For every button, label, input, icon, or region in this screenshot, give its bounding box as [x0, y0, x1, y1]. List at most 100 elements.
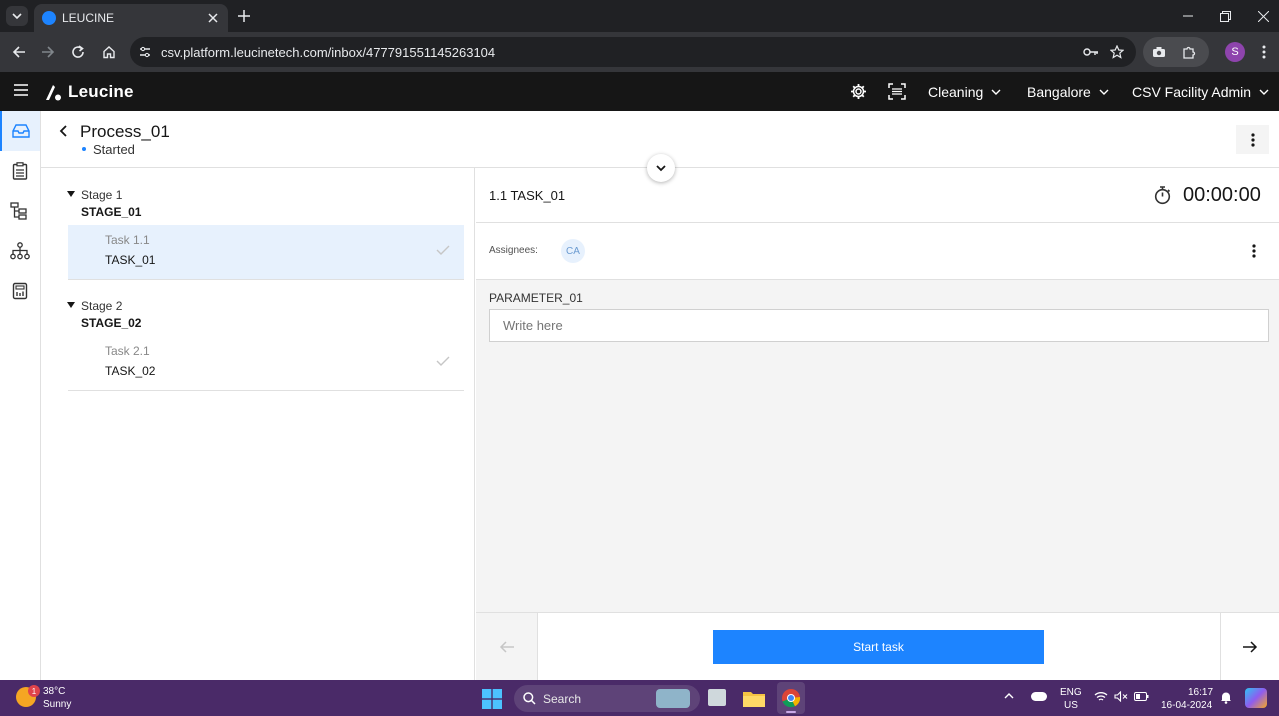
browser-toolbar: csv.platform.leucinetech.com/inbox/47779… [0, 32, 1279, 72]
nav-reports[interactable] [0, 271, 40, 311]
profile-avatar[interactable]: S [1225, 42, 1245, 62]
use-case-dropdown[interactable]: Cleaning [928, 72, 1001, 111]
chevron-down-icon [1099, 89, 1109, 95]
browser-tab-bar: LEUCINE [0, 0, 1279, 32]
app-header: Leucine Cleaning Bangalore CSV Facility … [0, 72, 1279, 111]
leucine-logo[interactable]: Leucine [43, 82, 134, 102]
nav-checklists[interactable] [0, 151, 40, 191]
scanner-icon[interactable] [888, 83, 906, 100]
extensions-puzzle-icon[interactable] [1181, 44, 1197, 60]
chrome-taskbar-button[interactable] [777, 682, 805, 714]
stages-panel: Stage 1 STAGE_01 Task 1.1 TASK_01 Stage … [41, 168, 475, 680]
leucine-favicon-icon [42, 11, 56, 25]
process-tree-icon [10, 202, 27, 220]
password-key-icon[interactable] [1082, 44, 1100, 60]
start-task-button[interactable]: Start task [713, 630, 1044, 664]
site-info-icon[interactable] [138, 45, 152, 59]
language-line2: US [1064, 700, 1078, 711]
checkmark-icon [436, 356, 450, 366]
leucine-logo-icon [46, 84, 61, 100]
battery-icon[interactable] [1134, 692, 1149, 701]
nav-inbox[interactable] [0, 111, 40, 151]
back-arrow-icon[interactable] [59, 125, 67, 137]
wifi-icon[interactable] [1094, 691, 1108, 702]
user-role-label: CSV Facility Admin [1132, 83, 1252, 100]
clock-time: 16:17 [1188, 687, 1214, 698]
arrow-right-icon [1243, 640, 1258, 653]
assignee-avatar[interactable]: CA [561, 239, 585, 263]
chrome-menu-icon[interactable] [1258, 43, 1270, 61]
reload-icon[interactable] [69, 43, 87, 61]
chevron-down-icon [1259, 89, 1269, 95]
close-window-icon[interactable] [1255, 8, 1271, 24]
address-bar[interactable]: csv.platform.leucinetech.com/inbox/47779… [130, 37, 1136, 67]
parameter-label: PARAMETER_01 [489, 291, 583, 305]
taskbar-search[interactable]: Search [514, 685, 700, 712]
search-icon [523, 692, 536, 705]
extensions-group [1143, 37, 1209, 67]
home-icon[interactable] [100, 43, 118, 61]
file-explorer-icon[interactable] [743, 690, 765, 707]
restore-icon[interactable] [1217, 8, 1233, 24]
nav-ontology[interactable] [0, 231, 40, 271]
divider [68, 279, 464, 280]
stopwatch-icon [1154, 186, 1171, 205]
search-highlight-image [656, 689, 690, 708]
task-name: TASK_01 [105, 253, 156, 267]
minimize-icon[interactable] [1180, 8, 1196, 24]
forward-icon[interactable] [39, 43, 57, 61]
parameter-input[interactable] [489, 309, 1269, 342]
back-icon[interactable] [10, 43, 28, 61]
volume-muted-icon[interactable] [1114, 691, 1128, 702]
close-tab-icon[interactable] [206, 11, 220, 25]
task-item[interactable]: Task 1.1 TASK_01 [68, 225, 464, 279]
weather-temp: 38°C [43, 686, 66, 697]
browser-tab[interactable]: LEUCINE [34, 4, 228, 32]
divider [68, 390, 464, 391]
onedrive-cloud-icon[interactable] [1031, 692, 1047, 701]
previous-task-button[interactable] [476, 613, 538, 680]
weather-desc: Sunny [43, 699, 72, 710]
stage-name: STAGE_02 [81, 316, 142, 330]
stage-collapse-icon[interactable] [67, 191, 75, 197]
task-view-icon[interactable] [708, 689, 726, 706]
task-item[interactable]: Task 2.1 TASK_02 [68, 336, 464, 390]
process-status: Started [93, 142, 135, 157]
collapse-header-button[interactable] [647, 154, 675, 182]
task-label: Task 2.1 [105, 344, 150, 358]
task-panel: 1.1 TASK_01 00:00:00 Assignees: CA PARAM… [476, 168, 1279, 680]
user-role-dropdown[interactable]: CSV Facility Admin [1132, 72, 1269, 111]
stage-collapse-icon[interactable] [67, 302, 75, 308]
show-hidden-icons-icon[interactable] [1004, 692, 1014, 699]
status-dot [82, 147, 86, 151]
chevron-down-icon [991, 89, 1001, 95]
assignees-bar: Assignees: CA [476, 223, 1279, 280]
more-vertical-icon [1252, 244, 1256, 258]
tab-title: LEUCINE [62, 11, 115, 25]
task-more-button[interactable] [1243, 237, 1265, 265]
more-vertical-icon [1250, 132, 1255, 147]
task-footer: Start task [476, 612, 1279, 680]
facility-label: Bangalore [1027, 83, 1091, 100]
brand-name: Leucine [68, 82, 134, 101]
bookmark-star-icon[interactable] [1109, 44, 1125, 60]
notification-bell-icon[interactable] [1220, 691, 1232, 704]
chevron-down-icon [12, 13, 22, 20]
report-icon [12, 282, 28, 300]
left-nav [0, 111, 41, 680]
camera-icon[interactable] [1151, 44, 1167, 60]
windows-start-icon[interactable] [482, 689, 502, 709]
hamburger-menu-icon[interactable] [14, 84, 28, 96]
nav-processes[interactable] [0, 191, 40, 231]
language-line1: ENG [1060, 687, 1082, 698]
use-case-label: Cleaning [928, 83, 984, 100]
next-task-button[interactable] [1220, 613, 1279, 680]
settings-gear-icon[interactable] [850, 83, 867, 100]
tab-search-button[interactable] [6, 6, 28, 26]
facility-dropdown[interactable]: Bangalore [1027, 72, 1109, 111]
new-tab-icon[interactable] [236, 8, 252, 24]
profile-initial: S [1231, 46, 1239, 58]
copilot-icon[interactable] [1245, 688, 1267, 708]
weather-badge-count: 1 [31, 686, 37, 696]
process-more-button[interactable] [1236, 125, 1269, 154]
